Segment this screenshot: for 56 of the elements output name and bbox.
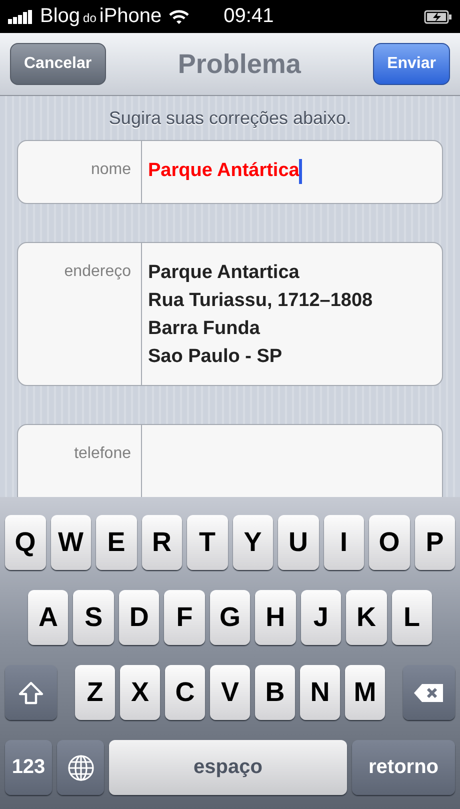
send-button[interactable]: Enviar [373,43,450,85]
field-label: endereço [18,243,142,385]
field-value: Parque Antártica [148,157,302,185]
key[interactable]: V [210,665,250,720]
key[interactable]: C [165,665,205,720]
key[interactable]: A [28,590,68,645]
key[interactable]: B [255,665,295,720]
key[interactable]: K [346,590,386,645]
signal-icon [8,10,34,24]
key[interactable]: G [210,590,250,645]
key[interactable]: O [369,515,410,570]
key[interactable]: X [120,665,160,720]
carrier-name: Blog [40,5,80,28]
cancel-button[interactable]: Cancelar [10,43,106,85]
key[interactable]: T [187,515,228,570]
key[interactable]: N [300,665,340,720]
key[interactable]: W [50,515,91,570]
globe-key[interactable] [57,740,104,795]
nav-title: Problema [178,48,301,80]
key[interactable]: E [96,515,136,570]
space-key[interactable]: espaço [109,740,347,795]
delete-icon [413,682,445,702]
key[interactable]: R [142,515,182,570]
field-value: Parque Antartica [148,261,300,285]
numbers-key[interactable]: 123 [5,740,52,795]
field-value: Barra Funda [148,317,261,341]
key[interactable]: U [278,515,318,570]
key[interactable]: J [300,590,342,645]
key[interactable]: M [345,665,385,720]
shift-key[interactable] [5,665,57,720]
carrier-name: iPhone [99,5,162,28]
key[interactable]: P [414,515,455,570]
form-field[interactable]: nome Parque Antártica [17,140,443,204]
key[interactable]: Y [232,515,273,570]
key[interactable]: L [392,590,432,645]
key[interactable]: F [164,590,205,645]
field-label: nome [18,141,142,203]
key[interactable]: Q [5,515,46,570]
key[interactable]: I [324,515,364,570]
globe-icon [66,754,94,782]
carrier-name: do [83,11,96,25]
battery-charging-icon [424,10,452,24]
form-field[interactable]: telefone [17,424,443,497]
field-value: Sao Paulo - SP [148,345,284,369]
clock-time: 09:41 [224,5,274,28]
delete-key[interactable] [403,665,455,720]
field-value: Rua Turiassu, 1712–1808 [148,289,373,313]
key[interactable]: S [73,590,114,645]
key[interactable]: D [118,590,160,645]
return-key[interactable]: retorno [352,740,455,795]
hint-text: Sugira suas correções abaixo. [108,108,352,129]
key[interactable]: H [255,590,296,645]
form-field[interactable]: endereço Parque Antartica Rua Turiassu, 1712–1808 Barra Funda Sao Paulo - SP [17,242,443,386]
wifi-icon [168,8,190,24]
key[interactable]: Z [75,665,115,720]
shift-arrow-icon [18,680,44,704]
